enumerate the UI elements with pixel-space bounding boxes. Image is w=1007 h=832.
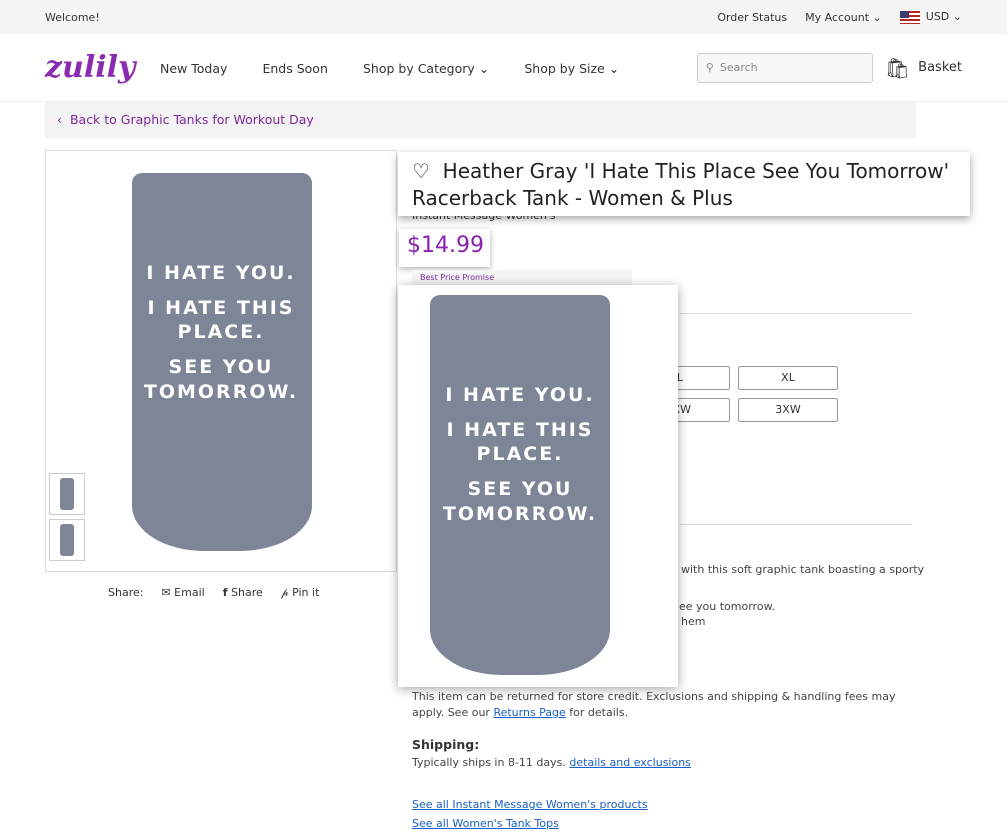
my-account-menu[interactable]: My Account ⌄ xyxy=(805,11,882,24)
header: zulily New Today Ends Soon Shop by Categ… xyxy=(0,34,1007,102)
size-xl[interactable]: XL xyxy=(738,366,838,390)
description-text: with this soft graphic tank boasting a s… xyxy=(681,563,925,576)
thumbnail-front[interactable] xyxy=(49,473,85,515)
nav-shop-by-size[interactable]: Shop by Size ⌄ xyxy=(524,61,619,76)
welcome-text: Welcome! xyxy=(45,10,100,24)
description-text: hem xyxy=(681,615,706,628)
size-3xw[interactable]: 3XW xyxy=(738,398,838,422)
search-input[interactable]: ⚲ Search xyxy=(696,52,873,83)
description-text: ee you tomorrow. xyxy=(679,600,776,613)
product-image[interactable]: I HATE YOU. I HATE THIS PLACE. SEE YOU TOMOR… xyxy=(45,150,397,572)
basket-button[interactable]: 🛍 Basket xyxy=(885,56,962,80)
share-email[interactable]: ✉ Email xyxy=(161,586,204,600)
nav-new-today[interactable]: New Today xyxy=(160,61,227,76)
basket-icon: 🛍 xyxy=(884,55,911,80)
thumbnail-back[interactable] xyxy=(49,519,85,561)
shipping-text: Typically ships in 8-11 days. details an… xyxy=(412,756,691,769)
currency-selector[interactable]: USD ⌄ xyxy=(899,10,962,24)
nav-ends-soon[interactable]: Ends Soon xyxy=(262,61,327,76)
best-price-promise[interactable]: Best Price Promise xyxy=(412,270,632,286)
share-label: Share: xyxy=(108,586,144,599)
returns-text: This item can be returned for store cred… xyxy=(412,690,896,719)
zoomed-image: I HATE YOU. I HATE THIS PLACE. SEE YOU TOMOR… xyxy=(398,285,678,687)
divider xyxy=(680,524,912,525)
see-all-category-link[interactable]: See all Women's Tank Tops xyxy=(412,816,559,832)
nav-shop-by-category[interactable]: Shop by Category ⌄ xyxy=(363,61,489,76)
heart-icon[interactable]: ♡ xyxy=(412,159,430,183)
order-status-link[interactable]: Order Status xyxy=(717,11,787,24)
us-flag-icon xyxy=(899,10,920,24)
breadcrumb[interactable]: ‹ Back to Graphic Tanks for Workout Day xyxy=(45,102,916,138)
share-facebook[interactable]: f Share xyxy=(223,586,263,600)
shipping-details-link[interactable]: details and exclusions xyxy=(569,756,691,769)
product-title: ♡ Heather Gray 'I Hate This Place See Yo… xyxy=(398,152,970,216)
tank-print: I HATE YOU. I HATE THIS PLACE. SEE YOU TOMOR… xyxy=(143,262,299,403)
price: $14.99 xyxy=(399,229,490,267)
returns-page-link[interactable]: Returns Page xyxy=(493,706,565,719)
see-all-brand-link[interactable]: See all Instant Message Women's products xyxy=(412,797,648,813)
shipping-heading: Shipping: xyxy=(412,737,480,752)
share-pinterest[interactable]: 𝓅 Pin it xyxy=(281,586,320,600)
zulily-logo[interactable]: zulily xyxy=(45,50,160,85)
top-bar: Welcome! Order Status My Account ⌄ USD ⌄ xyxy=(0,0,1007,34)
search-icon: ⚲ xyxy=(705,61,714,74)
divider xyxy=(680,313,912,314)
